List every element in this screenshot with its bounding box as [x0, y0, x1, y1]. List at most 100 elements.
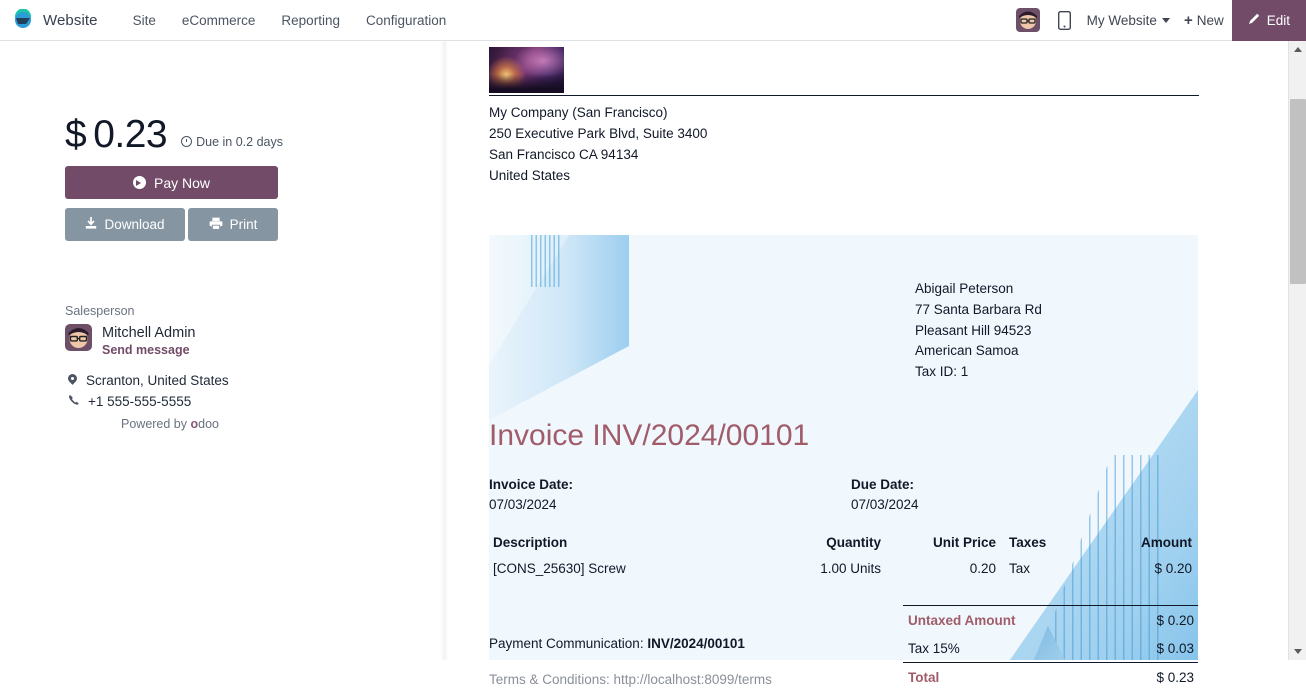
column-taxes: Taxes — [1009, 535, 1047, 550]
invoice-date-block: Invoice Date: 07/03/2024 — [489, 477, 573, 512]
vertical-scrollbar[interactable] — [1288, 41, 1306, 660]
print-button[interactable]: Print — [188, 208, 278, 241]
due-date-block: Due Date: 07/03/2024 — [851, 477, 919, 512]
due-date-text: Due in 0.2 days — [196, 134, 283, 149]
line-taxes: Tax — [1009, 561, 1031, 576]
line-amount: $ 0.20 — [1154, 561, 1192, 576]
table-header-row: Description Quantity Unit Price Taxes Am… — [491, 535, 1196, 561]
menu-item-ecommerce[interactable]: eCommerce — [169, 7, 269, 34]
salesperson-phone: +1 555-555-5555 — [88, 394, 192, 409]
pay-now-label: Pay Now — [153, 174, 211, 191]
amount-due-row: $0.23 Due in 0.2 days — [65, 113, 283, 157]
chevron-down-icon — [1161, 17, 1170, 23]
navbar-right: My Website + New Edit — [1015, 0, 1306, 41]
company-address: My Company (San Francisco) 250 Executive… — [489, 102, 1199, 186]
print-label: Print — [229, 217, 258, 232]
pencil-icon — [1248, 12, 1261, 28]
edit-button-label: Edit — [1266, 12, 1290, 28]
odoo-brand-o: o — [190, 417, 199, 431]
line-description: [CONS_25630] Screw — [493, 561, 626, 576]
customer-tax-id: Tax ID: 1 — [915, 364, 969, 380]
phone-icon — [68, 394, 79, 409]
totals-row-tax: Tax 15% $ 0.03 — [903, 634, 1198, 662]
user-avatar[interactable] — [1015, 8, 1040, 32]
column-description: Description — [493, 535, 568, 550]
salesperson-location: Scranton, United States — [86, 373, 229, 388]
company-logo — [489, 47, 564, 93]
total-label: Total — [908, 669, 940, 685]
currency-symbol: $ — [65, 113, 87, 156]
menu-item-site[interactable]: Site — [120, 7, 169, 34]
column-unit-price: Unit Price — [932, 535, 996, 550]
company-country: United States — [489, 168, 571, 183]
new-button-label: New — [1196, 12, 1224, 28]
powered-by-text: Powered by — [121, 417, 191, 431]
salesperson-label: Salesperson — [65, 304, 135, 318]
location-pin-icon — [68, 374, 77, 387]
customer-street: 77 Santa Barbara Rd — [915, 301, 1042, 317]
payment-communication: Payment Communication: INV/2024/00101 — [489, 636, 745, 651]
pay-now-button[interactable]: Pay Now — [65, 166, 278, 199]
customer-address: Abigail Peterson 77 Santa Barbara Rd Ple… — [915, 279, 1042, 383]
company-name: My Company (San Francisco) — [489, 105, 668, 120]
salesperson-phone-row: +1 555-555-5555 — [68, 394, 191, 409]
table-row: [CONS_25630] Screw 1.00 Units 0.20 Tax $… — [491, 561, 1196, 589]
total-value: $ 0.23 — [1156, 669, 1194, 685]
payment-communication-label: Payment Communication: — [489, 636, 648, 651]
customer-country: American Samoa — [915, 343, 1019, 359]
scroll-down-button[interactable] — [1289, 643, 1306, 660]
document-actions: Download Print — [65, 208, 278, 241]
download-label: Download — [104, 217, 165, 232]
column-amount: Amount — [1141, 535, 1192, 550]
website-selector[interactable]: My Website — [1087, 13, 1170, 28]
arrow-circle-right-icon — [132, 176, 146, 189]
chevron-down-icon — [1294, 649, 1302, 654]
due-date-label: Due Date: — [851, 477, 915, 492]
customer-city: Pleasant Hill 94523 — [915, 322, 1032, 338]
main-menu: Site eCommerce Reporting Configuration — [120, 7, 460, 34]
company-street: 250 Executive Park Blvd, Suite 3400 — [489, 126, 708, 141]
salesperson-location-row: Scranton, United States — [68, 373, 229, 388]
odoo-brand-rest: doo — [198, 417, 219, 431]
salesperson-name: Mitchell Admin — [102, 325, 196, 341]
invoice-title: Invoice INV/2024/00101 — [489, 419, 810, 452]
invoice-totals: Untaxed Amount $ 0.20 Tax 15% $ 0.03 Tot… — [903, 605, 1198, 691]
column-quantity: Quantity — [826, 535, 881, 550]
invoice-date-value: 07/03/2024 — [489, 497, 557, 512]
top-navbar: Website Site eCommerce Reporting Configu… — [0, 0, 1306, 41]
chevron-up-icon — [1294, 47, 1302, 52]
website-selector-label: My Website — [1086, 12, 1157, 28]
edit-button[interactable]: Edit — [1231, 0, 1306, 41]
portal-sidebar: $0.23 Due in 0.2 days Pay Now Download P… — [0, 41, 440, 660]
paper-shadow — [440, 41, 448, 660]
brand[interactable]: Website — [12, 8, 98, 31]
terms-and-conditions: Terms & Conditions: http://localhost:809… — [489, 672, 772, 687]
due-date-note: Due in 0.2 days — [181, 135, 283, 149]
new-button[interactable]: + New — [1184, 13, 1224, 28]
scrollbar-thumb[interactable] — [1290, 99, 1306, 284]
menu-item-configuration[interactable]: Configuration — [353, 7, 459, 34]
plus-icon: + — [1183, 11, 1193, 29]
portal-page: $0.23 Due in 0.2 days Pay Now Download P… — [0, 41, 1288, 687]
amount-value: 0.23 — [93, 113, 168, 156]
download-button[interactable]: Download — [65, 208, 185, 241]
salesperson-info: Mitchell Admin Send message — [102, 324, 195, 357]
salesperson-block: Mitchell Admin Send message — [65, 324, 195, 357]
line-quantity: 1.00 Units — [820, 561, 881, 576]
invoice-date-label: Invoice Date: — [489, 477, 574, 492]
payment-communication-value: INV/2024/00101 — [647, 636, 745, 651]
download-icon — [85, 216, 97, 233]
invoice-lines-table: Description Quantity Unit Price Taxes Am… — [491, 535, 1196, 589]
tax-value: $ 0.03 — [1156, 640, 1194, 656]
line-unit-price: 0.20 — [969, 561, 996, 576]
menu-item-reporting[interactable]: Reporting — [268, 7, 353, 34]
company-city: San Francisco CA 94134 — [489, 147, 639, 162]
odoo-logo-icon — [12, 8, 34, 31]
invoice-body: Abigail Peterson 77 Santa Barbara Rd Ple… — [489, 235, 1198, 687]
clock-icon — [181, 136, 193, 147]
mobile-preview-icon[interactable] — [1057, 10, 1071, 30]
totals-row-total: Total $ 0.23 — [903, 663, 1198, 691]
totals-row-untaxed: Untaxed Amount $ 0.20 — [903, 606, 1198, 634]
scroll-up-button[interactable] — [1289, 41, 1306, 58]
send-message-link[interactable]: Send message — [102, 343, 195, 357]
